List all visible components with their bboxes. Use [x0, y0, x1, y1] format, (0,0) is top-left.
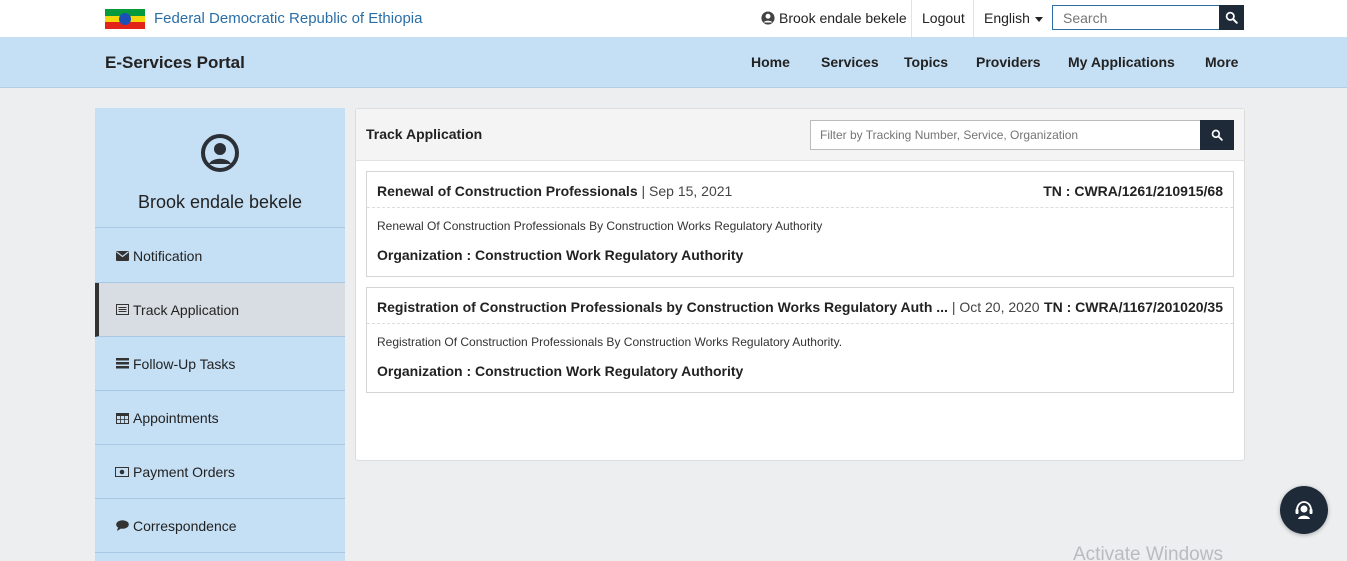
application-name[interactable]: Renewal of Construction Professionals | …: [377, 183, 732, 199]
sidebar-item-label: Notification: [133, 247, 203, 264]
sidebar-item-track-application[interactable]: Track Application: [95, 283, 345, 337]
sidebar-item-label: Track Application: [133, 301, 240, 318]
headset-agent-icon: [1295, 501, 1313, 519]
sidebar-item-label: Payment Orders: [133, 463, 235, 480]
comment-icon: [115, 520, 129, 532]
sidebar-profile: Brook endale bekele: [95, 108, 345, 228]
user-circle-icon: [201, 134, 239, 172]
application-description: Renewal Of Construction Professionals By…: [377, 219, 823, 233]
search-input[interactable]: [1052, 5, 1220, 30]
chat-support-button[interactable]: [1280, 486, 1328, 534]
main-navbar: E-Services Portal Home Services Topics P…: [0, 37, 1347, 88]
application-date: | Oct 20, 2020: [951, 299, 1040, 315]
tracking-number: TN : CWRA/1261/210915/68: [1043, 183, 1223, 199]
government-brand-link[interactable]: Federal Democratic Republic of Ethiopia: [154, 10, 422, 27]
application-card[interactable]: Registration of Construction Professiona…: [366, 287, 1234, 393]
language-label: English: [984, 10, 1030, 26]
panel-header: Track Application: [356, 109, 1244, 161]
sidebar-item-label: Follow-Up Tasks: [133, 355, 236, 372]
application-title: Registration of Construction Professiona…: [377, 299, 948, 315]
application-card[interactable]: Renewal of Construction Professionals | …: [366, 171, 1234, 277]
sidebar-item-correspondence[interactable]: Correspondence: [95, 499, 345, 553]
top-bar: Federal Democratic Republic of Ethiopia …: [0, 0, 1347, 37]
sidebar-item-notification[interactable]: Notification: [95, 229, 345, 283]
application-description: Registration Of Construction Professiona…: [377, 335, 843, 349]
language-dropdown[interactable]: English: [984, 10, 1043, 26]
activate-windows-watermark: Activate Windows: [1073, 544, 1223, 561]
nav-more[interactable]: More: [1205, 54, 1238, 70]
tasks-icon: [115, 358, 129, 370]
list-alt-icon: [115, 304, 129, 316]
sidebar-item-label: Appointments: [133, 409, 219, 426]
application-card-header: Renewal of Construction Professionals | …: [367, 172, 1233, 208]
user-profile-link[interactable]: Brook endale bekele: [761, 10, 907, 26]
divider: [973, 0, 974, 37]
search-icon: [1211, 129, 1223, 141]
sidebar-item-label: Correspondence: [133, 517, 237, 534]
nav-topics[interactable]: Topics: [904, 54, 948, 70]
nav-providers[interactable]: Providers: [976, 54, 1041, 70]
portal-title[interactable]: E-Services Portal: [105, 53, 245, 73]
application-date: | Sep 15, 2021: [641, 183, 733, 199]
sidebar-item-payment-orders[interactable]: Payment Orders: [95, 445, 345, 499]
filter-input[interactable]: [810, 120, 1201, 150]
sidebar-item-appointments[interactable]: Appointments: [95, 391, 345, 445]
panel-title: Track Application: [366, 126, 483, 142]
nav-my-applications[interactable]: My Applications: [1068, 54, 1175, 70]
filter-search-button[interactable]: [1200, 120, 1234, 150]
application-title: Renewal of Construction Professionals: [377, 183, 638, 199]
user-name-label: Brook endale bekele: [779, 10, 907, 26]
search-icon: [1225, 11, 1238, 24]
application-organization: Organization : Construction Work Regulat…: [377, 363, 744, 379]
user-circle-icon: [761, 11, 775, 25]
application-name[interactable]: Registration of Construction Professiona…: [377, 299, 1040, 315]
ethiopia-flag-icon: [105, 9, 145, 29]
sidebar-item-follow-up-tasks[interactable]: Follow-Up Tasks: [95, 337, 345, 391]
calendar-icon: [115, 412, 129, 424]
logout-link[interactable]: Logout: [922, 10, 965, 26]
money-icon: [115, 466, 129, 478]
tracking-number: TN : CWRA/1167/201020/35: [1044, 299, 1223, 315]
envelope-icon: [115, 250, 129, 262]
track-application-panel: Track Application Renewal of Constructio…: [355, 108, 1245, 461]
sidebar-user-name: Brook endale bekele: [137, 192, 303, 212]
sidebar: Brook endale bekele Notification Track A…: [95, 108, 345, 561]
search-button[interactable]: [1219, 5, 1244, 30]
nav-home[interactable]: Home: [751, 54, 790, 70]
divider: [911, 0, 912, 37]
application-organization: Organization : Construction Work Regulat…: [377, 247, 744, 263]
application-card-header: Registration of Construction Professiona…: [367, 288, 1233, 324]
nav-services[interactable]: Services: [821, 54, 879, 70]
caret-down-icon: [1034, 16, 1043, 22]
